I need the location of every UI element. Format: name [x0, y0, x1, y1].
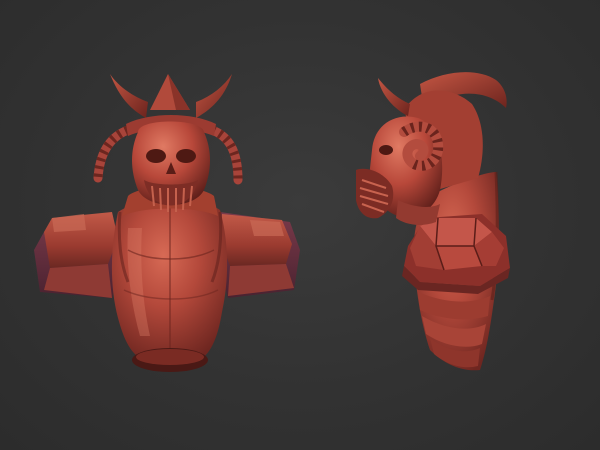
front-view-model: [34, 74, 300, 372]
front-left-horn: [110, 74, 148, 118]
sculpt-viewport[interactable]: [0, 0, 600, 450]
front-helmet: [93, 74, 243, 212]
front-left-shoulder-pad: [34, 212, 122, 298]
front-right-braid: [207, 125, 243, 185]
side-view-model: [356, 72, 510, 371]
front-right-horn: [196, 74, 232, 118]
sculpt-render: [34, 72, 510, 372]
side-front-horn: [378, 78, 410, 116]
front-torso: [111, 199, 228, 372]
front-right-shoulder-pad: [218, 212, 300, 298]
